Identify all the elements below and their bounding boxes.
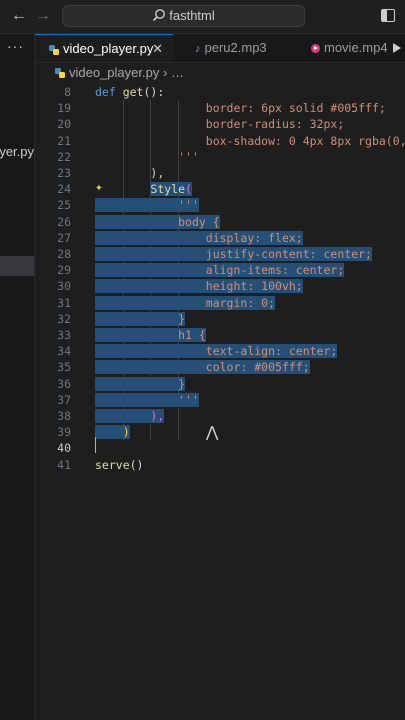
tab-video-player[interactable]: video_player.py ✕ <box>35 34 173 62</box>
command-center-search[interactable]: fasthtml <box>62 5 305 27</box>
mouse-ibeam-icon: ⋀ <box>206 423 219 441</box>
tab-bar: video_player.py ✕ ♪ peru2.mp3 movie.mp4 <box>35 34 405 63</box>
breadcrumb: video_player.py › … <box>35 63 405 83</box>
tab-movie[interactable]: movie.mp4 <box>297 34 405 62</box>
tab-label: peru2.mp3 <box>204 40 267 55</box>
command-center-text: fasthtml <box>169 8 215 23</box>
line-number: 8 <box>64 85 71 99</box>
line-number: 39 <box>57 425 71 440</box>
forward-arrow-icon[interactable]: → <box>33 7 53 25</box>
code-editor[interactable]: 8 19 20 21 22 23 24 25 26 27 28 29 30 31 32 33 34 35 36 37 3… <box>35 82 405 720</box>
tab-peru2[interactable]: ♪ peru2.mp3 <box>181 34 291 62</box>
line-number: 36 <box>57 376 71 391</box>
code-line[interactable]: body { <box>95 214 220 230</box>
breadcrumb-more[interactable]: … <box>171 65 184 80</box>
code-line[interactable]: ) <box>95 424 130 440</box>
code-line[interactable]: ), <box>95 165 164 181</box>
code-line[interactable]: def get(): <box>95 84 164 100</box>
line-number: 29 <box>57 263 71 278</box>
code-line[interactable]: height: 100vh; <box>95 278 303 294</box>
line-number: 37 <box>57 392 71 407</box>
code-line[interactable]: ''' <box>95 149 199 165</box>
code-line[interactable]: } <box>95 311 186 327</box>
sidebar: ··· video_player.py <box>0 34 35 720</box>
video-icon <box>311 44 320 54</box>
line-number: 24 <box>57 182 71 197</box>
back-arrow-icon[interactable]: ← <box>9 7 29 25</box>
code-line[interactable]: justify-content: center; <box>95 246 372 262</box>
search-icon <box>153 9 166 22</box>
line-number: 28 <box>57 247 71 261</box>
close-icon[interactable]: ✕ <box>152 35 163 62</box>
line-number: 21 <box>57 133 71 148</box>
line-number: 40 <box>57 441 71 456</box>
code-line[interactable]: border: 6px solid #005fff; <box>95 100 386 116</box>
run-icon[interactable] <box>393 43 401 53</box>
code-line[interactable]: color: #005fff; <box>95 359 310 375</box>
code-line[interactable]: serve() <box>95 457 143 473</box>
sparkle-icon[interactable]: ✦ <box>95 180 103 196</box>
code-line[interactable]: display: flex; <box>95 230 303 246</box>
code-line[interactable]: margin: 0; <box>95 295 276 311</box>
line-number: 30 <box>57 279 71 294</box>
line-number: 22 <box>57 149 71 164</box>
code-line[interactable]: h1 { <box>95 327 206 343</box>
tab-label: movie.mp4 <box>324 40 388 55</box>
more-actions-icon[interactable]: ··· <box>7 38 24 54</box>
breadcrumb-file[interactable]: video_player.py <box>69 65 159 80</box>
tab-label: video_player.py <box>63 41 154 56</box>
sidebar-selected-item[interactable] <box>0 256 34 276</box>
code-line[interactable]: } <box>95 376 186 392</box>
line-number: 34 <box>57 344 71 359</box>
code-line[interactable]: ''' <box>95 392 199 408</box>
line-number: 32 <box>57 311 71 326</box>
line-number: 19 <box>57 101 71 116</box>
line-number: 33 <box>57 328 71 342</box>
code-line[interactable]: ''' <box>95 197 199 213</box>
line-number: 26 <box>57 214 71 229</box>
line-number: 31 <box>57 295 71 310</box>
text-cursor <box>95 437 96 453</box>
code-line[interactable]: border-radius: 32px; <box>95 116 344 132</box>
line-number: 38 <box>57 409 71 423</box>
code-line[interactable]: ), <box>95 408 165 424</box>
toggle-sidebar-icon[interactable] <box>381 9 395 22</box>
line-number: 41 <box>57 457 71 472</box>
code-line[interactable]: align-items: center; <box>95 262 345 278</box>
code-line[interactable]: text-align: center; <box>95 343 338 359</box>
line-number: 23 <box>57 166 71 180</box>
sidebar-file-item[interactable]: video_player.py <box>0 144 34 159</box>
code-line[interactable]: box-shadow: 0 4px 8px rgba(0, 0, 0, 0.1)… <box>95 133 405 149</box>
line-number: 27 <box>57 230 71 245</box>
line-number: 20 <box>57 117 71 132</box>
line-number: 35 <box>57 360 71 375</box>
code-line[interactable]: Style( <box>95 181 192 197</box>
audio-icon: ♪ <box>195 42 201 55</box>
python-icon <box>49 44 59 55</box>
breadcrumb-separator: › <box>162 65 168 80</box>
python-icon <box>55 68 65 78</box>
line-number: 25 <box>57 198 71 213</box>
title-bar: ← → fasthtml <box>0 0 405 34</box>
